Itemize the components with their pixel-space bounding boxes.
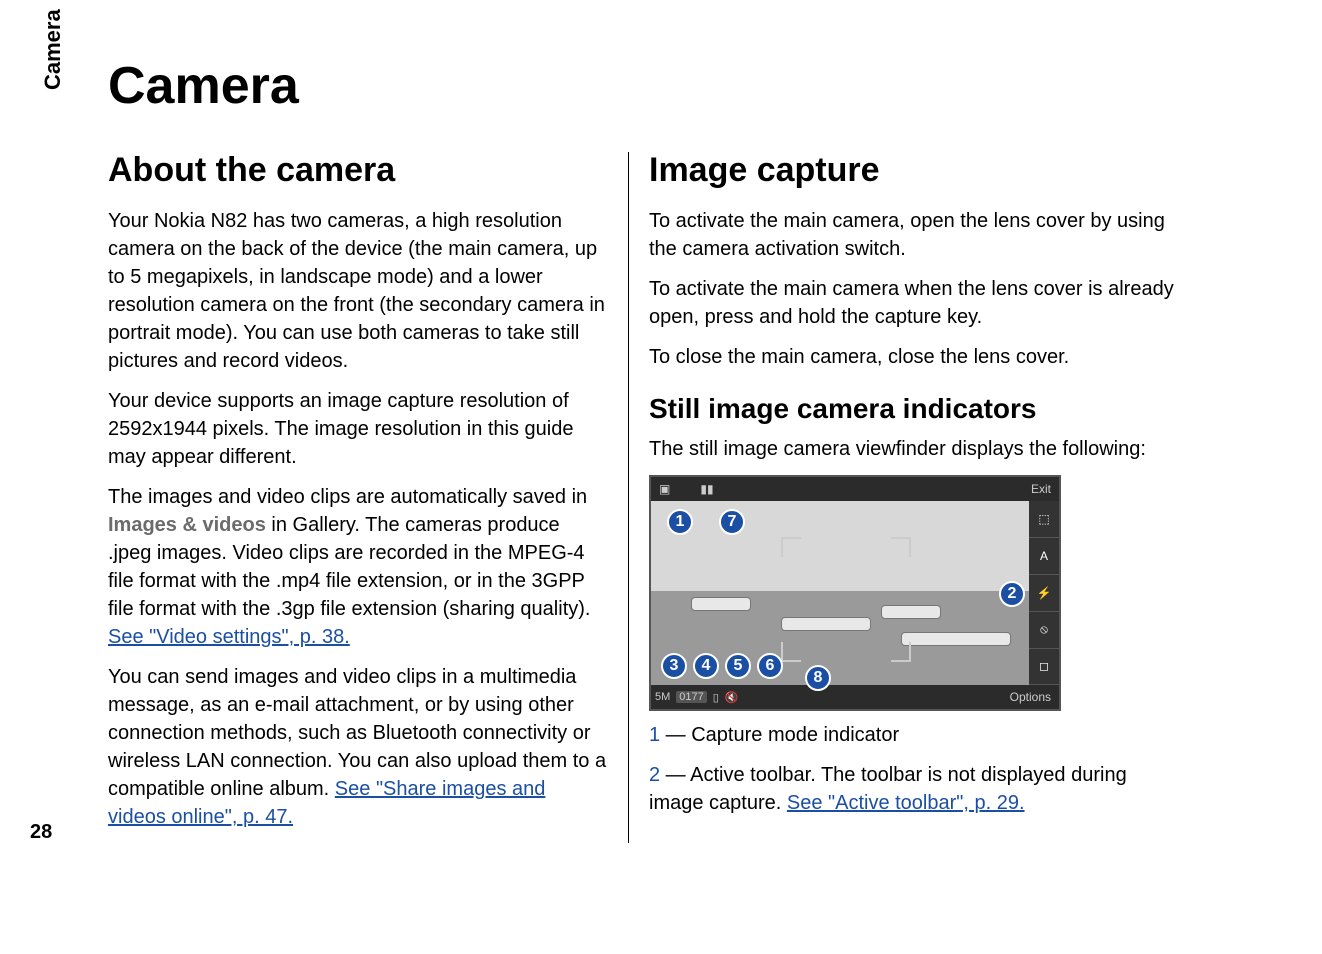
softkey-options: Options: [1010, 690, 1051, 704]
viewfinder-sky: [651, 501, 1029, 591]
body-text: Your device supports an image capture re…: [108, 387, 608, 471]
page-title: Camera: [108, 56, 299, 116]
link-active-toolbar[interactable]: See "Active toolbar", p. 29.: [787, 792, 1025, 814]
body-text: To close the main camera, close the lens…: [649, 343, 1183, 371]
page-number: 28: [30, 821, 52, 844]
boat-icon: [781, 617, 871, 631]
body-text: To activate the main camera when the len…: [649, 275, 1183, 331]
list-number: 2: [649, 764, 660, 786]
body-text: The images and video clips are automatic…: [108, 483, 608, 651]
focus-bracket-icon: [781, 537, 801, 557]
focus-bracket-icon: [781, 642, 801, 662]
boat-icon: [881, 605, 941, 619]
section-heading-image-capture: Image capture: [649, 152, 1183, 189]
list-number: 1: [649, 724, 660, 746]
focus-bracket-icon: [891, 537, 911, 557]
toolbar-item-icon: A: [1029, 538, 1059, 575]
viewfinder-bottom-info: 5M 0177 ▯ 🔇: [655, 685, 739, 709]
boat-icon: [691, 597, 751, 611]
toolbar-item-icon: ⚡: [1029, 575, 1059, 612]
link-video-settings[interactable]: See "Video settings", p. 38.: [108, 626, 350, 648]
toolbar-item-icon: ◻: [1029, 649, 1059, 686]
softkey-exit: Exit: [1031, 482, 1051, 496]
text-run: The images and video clips are automatic…: [108, 486, 587, 508]
battery-icon: ▮▮: [700, 482, 713, 496]
focus-bracket-icon: [891, 642, 911, 662]
subsection-heading-indicators: Still image camera indicators: [649, 393, 1183, 425]
section-heading-about: About the camera: [108, 152, 608, 189]
left-column: About the camera Your Nokia N82 has two …: [108, 152, 628, 843]
body-text: You can send images and video clips in a…: [108, 663, 608, 831]
toolbar-item-icon: ⬚: [1029, 501, 1059, 538]
viewfinder-toolbar: ⬚ A ⚡ ⦸ ◻: [1029, 501, 1059, 685]
text-run: — Capture mode indicator: [660, 724, 899, 746]
sidebar-section-label: Camera: [40, 9, 66, 90]
ui-term: Images & videos: [108, 514, 266, 536]
toolbar-item-icon: ⦸: [1029, 612, 1059, 649]
resolution-indicator: 5M: [655, 691, 670, 703]
image-counter: 0177: [676, 691, 706, 703]
mode-icon: ▣: [659, 482, 670, 496]
body-text: The still image camera viewfinder displa…: [649, 435, 1183, 463]
indicator-list-item: 1 — Capture mode indicator: [649, 721, 1183, 749]
viewfinder-illustration: ▣ ▮▮ Exit ⬚ A ⚡ ⦸ ◻ Options 5M 0177 ▯ 🔇 …: [649, 475, 1061, 711]
right-column: Image capture To activate the main camer…: [628, 152, 1183, 843]
viewfinder-topbar: ▣ ▮▮ Exit: [651, 477, 1059, 501]
boat-icon: [901, 632, 1011, 646]
body-text: Your Nokia N82 has two cameras, a high r…: [108, 207, 608, 375]
sound-off-icon: 🔇: [725, 691, 739, 704]
body-text: To activate the main camera, open the le…: [649, 207, 1183, 263]
memory-icon: ▯: [713, 691, 719, 704]
indicator-list-item: 2 — Active toolbar. The toolbar is not d…: [649, 761, 1183, 817]
